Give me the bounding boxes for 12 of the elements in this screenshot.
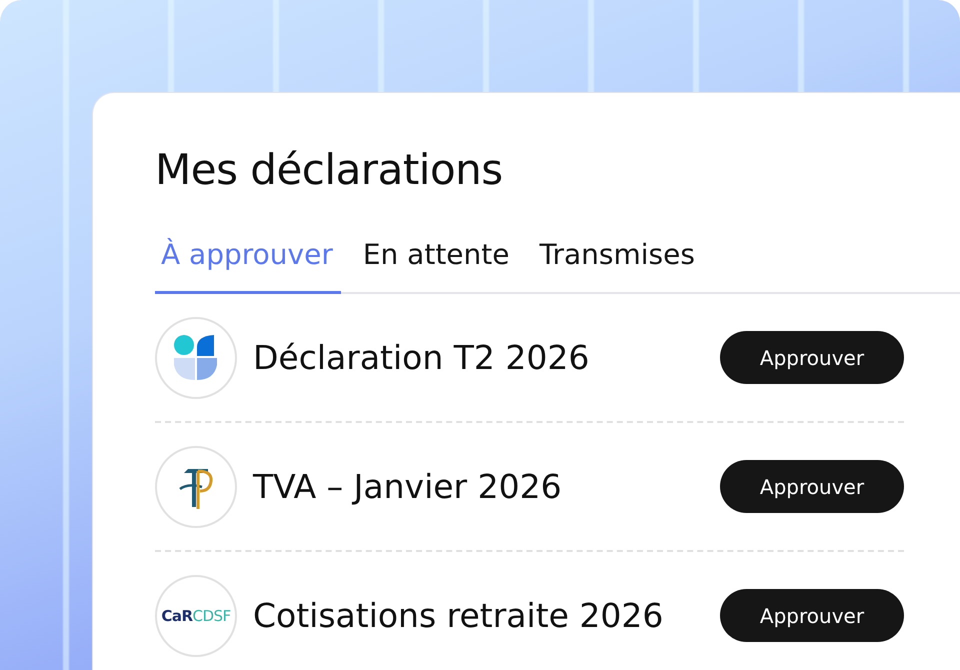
page-title: Mes déclarations xyxy=(155,145,504,194)
approve-button[interactable]: Approuver xyxy=(720,589,904,642)
declaration-name: Cotisations retraite 2026 xyxy=(253,596,664,635)
tab[interactable]: Transmises xyxy=(533,224,703,294)
approve-button[interactable]: Approuver xyxy=(720,331,904,384)
tab[interactable]: En attente xyxy=(356,224,518,294)
tab[interactable]: À approuver xyxy=(155,224,341,294)
declaration-name: Déclaration T2 2026 xyxy=(253,338,590,377)
approve-button[interactable]: Approuver xyxy=(720,460,904,513)
logo-wordmark: CaRCDSF xyxy=(161,606,231,624)
declaration-name: TVA – Janvier 2026 xyxy=(253,467,563,506)
logo-icon xyxy=(173,334,219,380)
